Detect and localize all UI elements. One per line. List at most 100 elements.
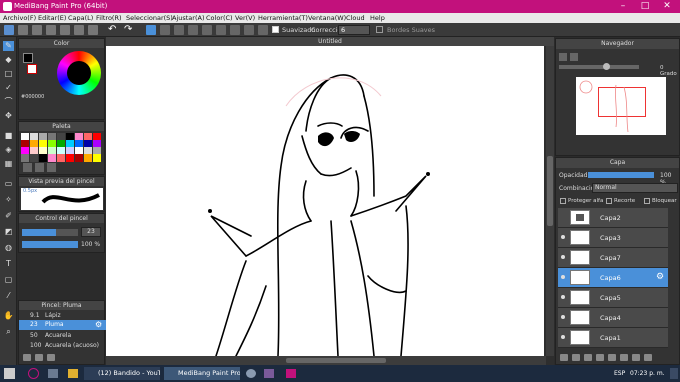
menu-help[interactable]: Help	[370, 14, 385, 22]
dot-tool-icon[interactable]: □	[3, 69, 14, 79]
grid-icon[interactable]	[74, 25, 84, 35]
zoom-out-icon[interactable]	[570, 53, 578, 61]
brush-size-slider[interactable]	[22, 229, 78, 236]
app-icon-taskbar[interactable]	[264, 369, 274, 378]
layer-item[interactable]: Capa3	[558, 228, 668, 248]
export-icon[interactable]	[60, 25, 70, 35]
palette-delete-icon[interactable]	[35, 163, 44, 172]
new-file-icon[interactable]	[4, 25, 14, 35]
redo-icon[interactable]: ↷	[124, 25, 134, 35]
antialias-checkbox[interactable]	[272, 26, 279, 33]
taskbar-medibang[interactable]: MediBang Paint Pro (...	[164, 367, 240, 380]
palette-swatch[interactable]	[75, 154, 83, 162]
layer-up-icon[interactable]	[620, 354, 628, 361]
brush-item[interactable]: 9.1 Lápiz	[19, 311, 106, 320]
snap-3d-icon[interactable]	[244, 25, 254, 35]
snap-cross-icon[interactable]	[174, 25, 184, 35]
snap-parallel-icon[interactable]	[160, 25, 170, 35]
minimize-button[interactable]: –	[612, 0, 634, 13]
snap-icon[interactable]	[88, 25, 98, 35]
notification-icon[interactable]	[670, 368, 678, 379]
select-tool-icon[interactable]: ✓	[3, 83, 14, 93]
magic-wand-icon[interactable]: ✧	[3, 195, 14, 205]
menu-seleccionar[interactable]: Seleccionar(S)	[126, 14, 173, 22]
shape-tool-icon[interactable]: ▭	[3, 179, 14, 189]
correction-select[interactable]: 6	[338, 25, 370, 35]
palette-add-icon[interactable]	[23, 163, 32, 172]
medibang-taskbar-icon[interactable]	[286, 369, 296, 378]
protect-alpha-checkbox[interactable]	[560, 198, 566, 204]
layer-item[interactable]: Capa7	[558, 248, 668, 268]
clipping-checkbox[interactable]	[606, 198, 612, 204]
brush-item[interactable]: 50 Acuarela	[19, 331, 106, 340]
palette-swatch[interactable]	[21, 154, 29, 162]
soft-edges-checkbox[interactable]	[376, 26, 383, 33]
delete-brush-icon[interactable]	[47, 354, 55, 361]
blur-tool-icon[interactable]: ◍	[3, 243, 14, 253]
menu-capa[interactable]: Capa(L)	[68, 14, 93, 22]
layer-visibility-icon[interactable]	[561, 235, 565, 239]
layer-item[interactable]: Capa1	[558, 328, 668, 348]
layer-item[interactable]: Capa2	[558, 208, 668, 228]
move-tool-icon[interactable]: ✥	[3, 111, 14, 121]
delete-layer-icon[interactable]	[644, 354, 652, 361]
task-view-icon[interactable]	[48, 369, 58, 378]
color-wheel[interactable]	[57, 51, 101, 95]
snap-off-icon[interactable]	[146, 25, 156, 35]
rotation-slider[interactable]	[559, 65, 639, 69]
duplicate-layer-icon[interactable]	[596, 354, 604, 361]
maximize-button[interactable]: □	[634, 0, 656, 13]
close-button[interactable]: ✕	[656, 0, 678, 13]
layer-opacity-slider[interactable]	[588, 172, 654, 178]
bucket-tool-icon[interactable]: ◈	[3, 145, 14, 155]
brush-opacity-slider[interactable]	[22, 241, 78, 248]
new-halftone-layer-icon[interactable]	[572, 354, 580, 361]
clock[interactable]: 07:23 p. m.	[630, 370, 665, 377]
vertical-scroll-thumb[interactable]	[547, 156, 553, 226]
eyedropper-icon[interactable]: ⁄	[3, 291, 14, 301]
palette-menu-icon[interactable]	[47, 163, 56, 172]
snap-radial-icon[interactable]	[202, 25, 212, 35]
blend-mode-select[interactable]: Normal	[592, 183, 678, 193]
background-color-swatch[interactable]	[27, 64, 37, 74]
select-pen-icon[interactable]: ✐	[3, 211, 14, 221]
file-explorer-icon[interactable]	[68, 369, 78, 378]
add-brush-icon[interactable]	[23, 354, 31, 361]
layer-visibility-icon[interactable]	[561, 335, 565, 339]
layer-visibility-icon[interactable]	[561, 295, 565, 299]
drawing-canvas[interactable]	[106, 46, 544, 356]
taskbar-youtube[interactable]: (12) Bandido - YouTu...	[84, 367, 160, 380]
brush-item-selected[interactable]: 23 Pluma ⚙	[19, 320, 106, 330]
new-folder-icon[interactable]	[584, 354, 592, 361]
vertical-scrollbar[interactable]	[546, 46, 554, 356]
snap-settings-icon[interactable]	[258, 25, 268, 35]
menu-ver[interactable]: Ver(V)	[235, 14, 255, 22]
zoom-tool-icon[interactable]: ⌕	[3, 327, 14, 337]
brush-cloud-icon[interactable]	[35, 354, 43, 361]
undo-icon[interactable]: ↶	[108, 25, 118, 35]
menu-archivo[interactable]: Archivo(F)	[3, 14, 36, 22]
brush-size-value[interactable]: 23	[81, 227, 101, 237]
cloud-icon[interactable]	[46, 25, 56, 35]
snap-circle-icon[interactable]	[216, 25, 226, 35]
search-icon[interactable]	[28, 368, 39, 379]
text-tool-icon[interactable]: T	[3, 259, 14, 269]
layer-item[interactable]: Capa4	[558, 308, 668, 328]
save-icon[interactable]	[32, 25, 42, 35]
gradient-tool-icon[interactable]: ▦	[3, 159, 14, 169]
palette-swatch[interactable]	[57, 154, 65, 162]
hand-tool-icon[interactable]: ✋	[3, 311, 14, 321]
palette-swatch[interactable]	[39, 154, 47, 162]
steam-icon[interactable]	[246, 369, 256, 378]
palette-swatches[interactable]	[21, 133, 103, 162]
snap-curve-icon[interactable]	[230, 25, 240, 35]
snap-vanish-icon[interactable]	[188, 25, 198, 35]
layer-item[interactable]: Capa5	[558, 288, 668, 308]
rotation-slider-handle[interactable]	[603, 63, 610, 70]
brush-settings-icon[interactable]: ⚙	[95, 320, 102, 329]
open-icon[interactable]	[18, 25, 28, 35]
brush-item[interactable]: 100 Acuarela (acuoso)	[19, 341, 106, 350]
menu-editar[interactable]: Editar(E)	[38, 14, 66, 22]
document-tab[interactable]: Untitled	[106, 37, 554, 46]
menu-ventana[interactable]: Ventana(W)	[308, 14, 346, 22]
